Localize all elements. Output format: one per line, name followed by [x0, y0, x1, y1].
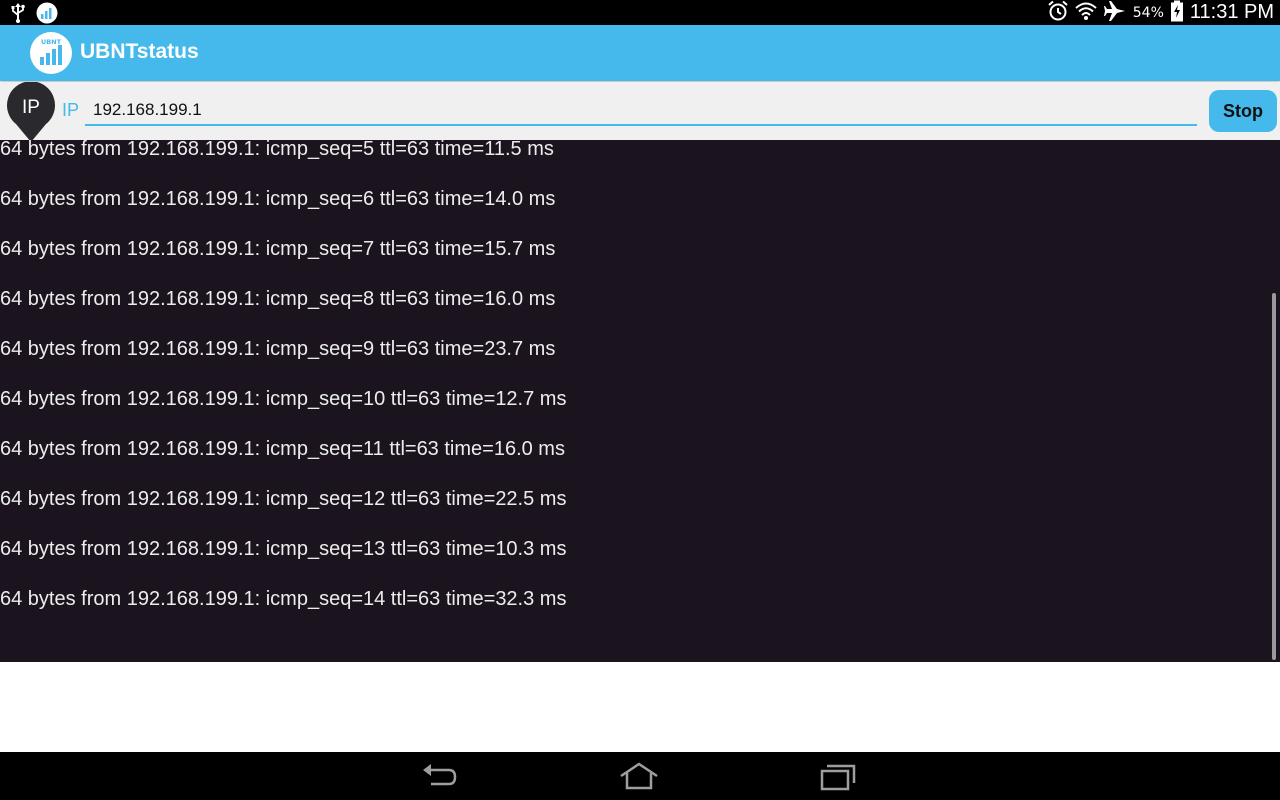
ip-pin-icon: IP	[4, 81, 58, 144]
ping-result-line: 64 bytes from 192.168.199.1: icmp_seq=10…	[0, 388, 567, 410]
home-icon[interactable]	[617, 760, 661, 792]
ping-result-line: 64 bytes from 192.168.199.1: icmp_seq=11…	[0, 438, 565, 460]
ping-result-line: 64 bytes from 192.168.199.1: icmp_seq=5 …	[0, 140, 554, 160]
app-logo-icon: UBNT	[30, 32, 72, 74]
wifi-icon	[1075, 1, 1097, 25]
airplane-mode-icon	[1103, 0, 1127, 26]
ping-output-list: 64 bytes from 192.168.199.1: icmp_seq=5 …	[0, 140, 566, 624]
ip-address-input[interactable]	[85, 96, 1197, 126]
battery-percent: 54%	[1132, 4, 1164, 21]
back-icon[interactable]	[417, 760, 461, 792]
ping-result-line: 64 bytes from 192.168.199.1: icmp_seq=9 …	[0, 338, 556, 360]
app-title: UBNTstatus	[80, 40, 199, 63]
ping-output-panel[interactable]: 64 bytes from 192.168.199.1: icmp_seq=5 …	[0, 140, 1280, 662]
ping-result-line: 64 bytes from 192.168.199.1: icmp_seq=12…	[0, 488, 567, 510]
clock-time: 11:31 PM	[1189, 1, 1274, 23]
action-bar: UBNT UBNTstatus	[0, 25, 1280, 81]
ip-badge-text: IP	[22, 97, 40, 118]
status-bar: 54% 11:31 PM	[0, 0, 1280, 25]
ping-result-line: 64 bytes from 192.168.199.1: icmp_seq=14…	[0, 588, 567, 610]
alarm-icon	[1047, 0, 1069, 26]
ping-result-line: 64 bytes from 192.168.199.1: icmp_seq=8 …	[0, 288, 556, 310]
scrollbar[interactable]	[1272, 293, 1276, 660]
stop-button[interactable]: Stop	[1209, 90, 1277, 132]
app-logo-text: UBNT	[41, 38, 62, 46]
recent-apps-icon[interactable]	[817, 760, 861, 792]
ip-bar: IP IP Stop	[0, 81, 1280, 142]
ping-result-line: 64 bytes from 192.168.199.1: icmp_seq=13…	[0, 538, 567, 560]
usb-icon	[10, 3, 26, 27]
ping-result-line: 64 bytes from 192.168.199.1: icmp_seq=6 …	[0, 188, 556, 210]
battery-charging-icon	[1170, 0, 1184, 26]
navigation-bar	[0, 752, 1280, 800]
ping-result-line: 64 bytes from 192.168.199.1: icmp_seq=7 …	[0, 238, 556, 260]
ip-field-label: IP	[62, 100, 80, 120]
